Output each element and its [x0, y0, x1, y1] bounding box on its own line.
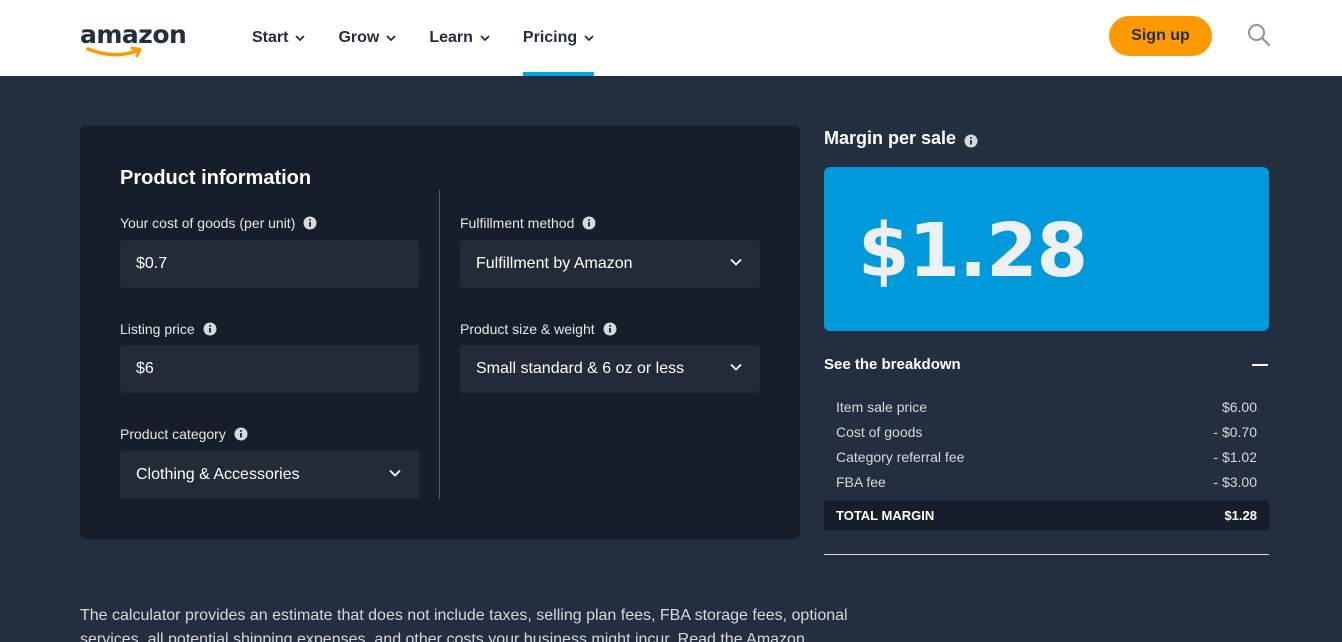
chevron-down-icon — [584, 35, 594, 41]
see-breakdown-toggle[interactable]: See the breakdown — [824, 356, 961, 373]
product-size-label-text: Product size & weight — [460, 321, 595, 337]
product-information-card: Product information Your cost of goods (… — [80, 126, 800, 539]
breakdown-row-label: Cost of goods — [836, 424, 923, 440]
amazon-logo[interactable]: amazon — [80, 20, 187, 60]
margin-per-sale-title: Margin per sale — [824, 128, 978, 149]
chevron-down-icon — [730, 363, 742, 371]
total-margin-row: TOTAL MARGIN $1.28 — [824, 501, 1269, 530]
breakdown-row: Category referral fee - $1.02 — [836, 449, 1257, 471]
nav-start-label: Start — [252, 29, 289, 46]
disclaimer-text: The calculator provides an estimate that… — [80, 607, 848, 642]
info-icon[interactable] — [303, 216, 317, 230]
top-header: amazon Start Grow Learn Pricing Sign up — [0, 0, 1342, 76]
product-size-select[interactable]: Small standard & 6 oz or less — [460, 345, 760, 393]
chevron-down-icon — [389, 469, 401, 477]
breakdown-row: FBA fee - $3.00 — [836, 474, 1257, 496]
nav-grow[interactable]: Grow — [338, 0, 396, 76]
info-icon[interactable] — [234, 427, 248, 441]
listing-price-label: Listing price — [120, 321, 217, 337]
breakdown-row-value: $6.00 — [1221, 399, 1257, 415]
chevron-down-icon — [480, 35, 490, 41]
breakdown-row-value: - $3.00 — [1213, 474, 1257, 490]
chevron-down-icon — [730, 258, 742, 266]
margin-value: $1.28 — [858, 208, 1088, 294]
info-icon[interactable] — [603, 322, 617, 336]
fulfillment-method-select[interactable]: Fulfillment by Amazon — [460, 240, 760, 288]
search-icon[interactable] — [1246, 22, 1272, 48]
card-title: Product information — [120, 167, 312, 189]
total-margin-label: TOTAL MARGIN — [836, 508, 935, 523]
margin-per-sale-title-text: Margin per sale — [824, 128, 957, 148]
product-category-label: Product category — [120, 426, 248, 442]
chevron-down-icon — [295, 35, 306, 41]
minus-icon[interactable] — [1252, 364, 1268, 366]
product-category-value: Clothing & Accessories — [136, 466, 300, 483]
fulfillment-method-value: Fulfillment by Amazon — [476, 255, 633, 272]
nav-start[interactable]: Start — [252, 0, 306, 76]
breakdown-row-label: Category referral fee — [836, 449, 965, 465]
sign-up-button[interactable]: Sign up — [1109, 16, 1212, 56]
product-category-select[interactable]: Clothing & Accessories — [120, 451, 419, 499]
cost-of-goods-label: Your cost of goods (per unit) — [120, 215, 317, 231]
nav-grow-label: Grow — [338, 29, 380, 46]
info-icon[interactable] — [964, 134, 978, 148]
nav-pricing-label: Pricing — [522, 29, 578, 46]
product-size-label: Product size & weight — [460, 321, 617, 337]
smile-arrow-icon — [86, 46, 142, 58]
breakdown-row-label: FBA fee — [836, 474, 886, 490]
fulfillment-method-label: Fulfillment method — [460, 215, 596, 231]
breakdown-row: Cost of goods - $0.70 — [836, 424, 1257, 446]
product-size-value: Small standard & 6 oz or less — [476, 360, 685, 377]
listing-price-input[interactable]: $6 — [120, 345, 419, 393]
breakdown-row-value: - $0.70 — [1213, 424, 1257, 440]
chevron-down-icon — [386, 35, 396, 41]
breakdown-divider — [824, 554, 1269, 555]
nav-pricing[interactable]: Pricing — [522, 0, 595, 76]
main-nav: Start Grow Learn Pricing — [252, 0, 627, 76]
product-category-label-text: Product category — [120, 426, 226, 442]
info-icon[interactable] — [582, 216, 596, 230]
listing-price-label-text: Listing price — [120, 321, 195, 337]
column-divider — [439, 190, 440, 499]
cost-of-goods-label-text: Your cost of goods (per unit) — [120, 215, 296, 231]
breakdown-row-value: - $1.02 — [1213, 449, 1257, 465]
breakdown-row: Item sale price $6.00 — [836, 399, 1257, 421]
nav-learn[interactable]: Learn — [429, 0, 490, 76]
fulfillment-method-label-text: Fulfillment method — [460, 215, 575, 231]
info-icon[interactable] — [203, 322, 217, 336]
breakdown-row-label: Item sale price — [836, 399, 928, 415]
cost-of-goods-input[interactable]: $0.7 — [120, 240, 419, 288]
total-margin-value: $1.28 — [1224, 508, 1257, 523]
margin-result-box: $1.28 — [824, 167, 1269, 331]
nav-learn-label: Learn — [429, 29, 473, 46]
